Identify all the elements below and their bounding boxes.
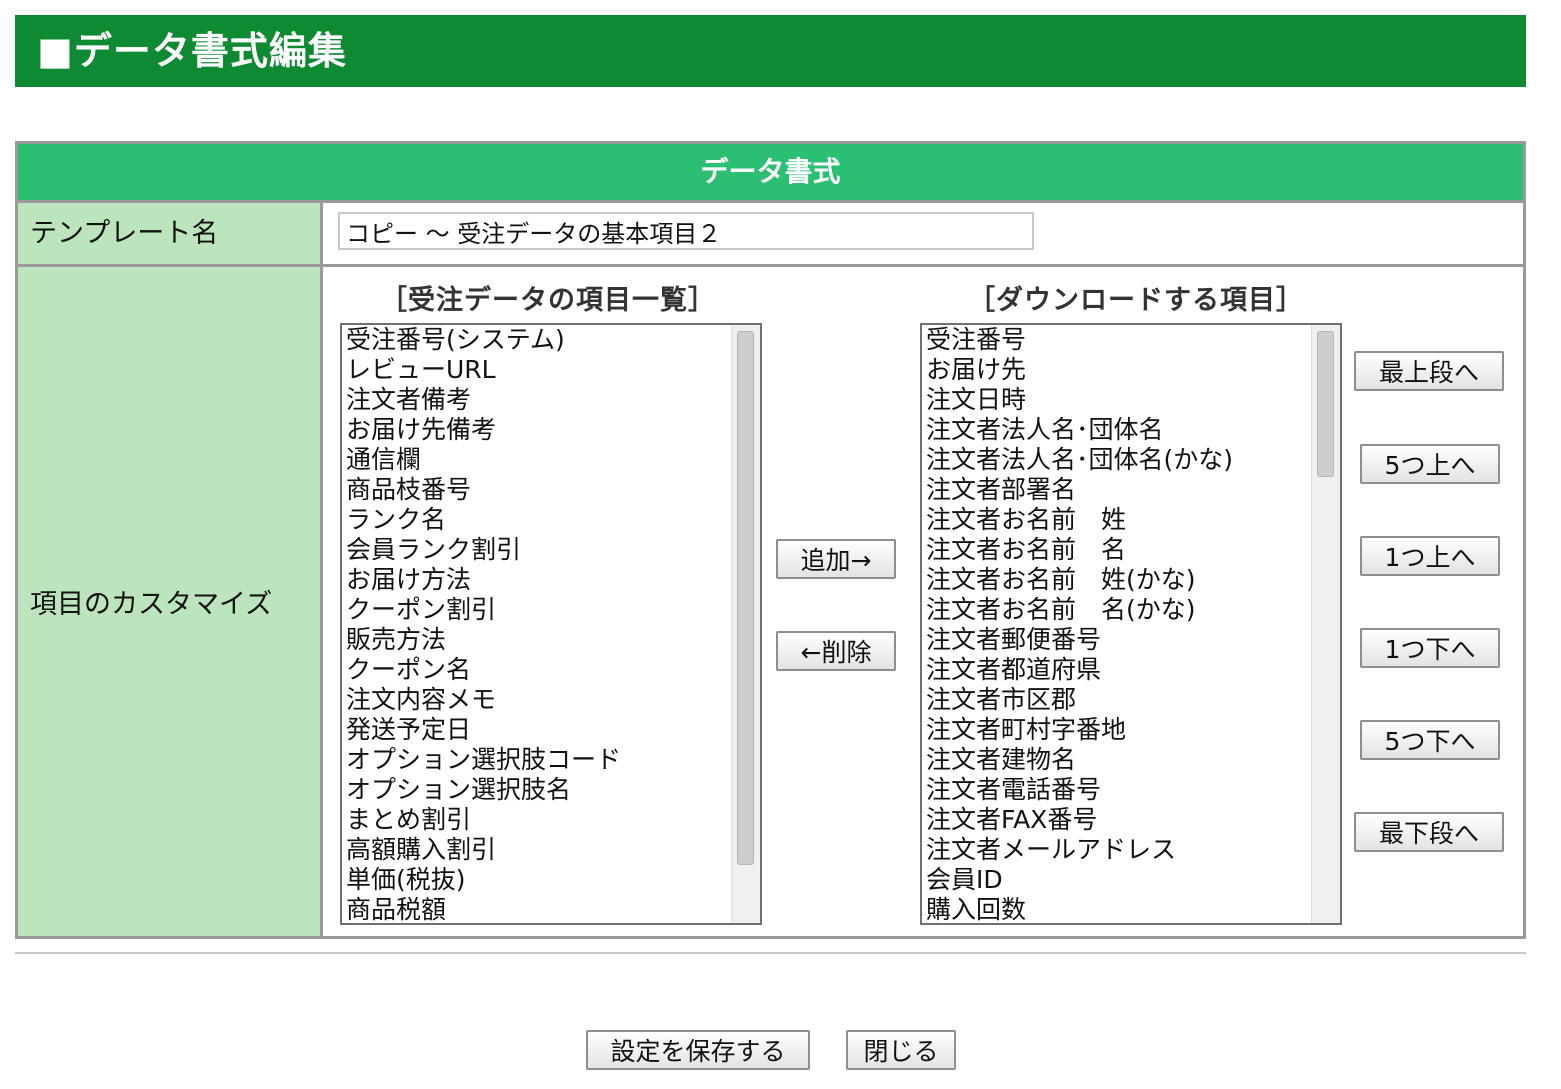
list-item[interactable]: 注文者備考: [346, 385, 730, 415]
selected-list-scrollbar[interactable]: [1311, 325, 1340, 923]
selected-items-list[interactable]: 受注番号 お届け先 注文日時 注文者法人名･団体名 注文者法人名･団体名(かな) 注文者部…: [920, 323, 1342, 925]
list-item[interactable]: 商品枝番号: [346, 475, 730, 505]
available-items-list[interactable]: 受注番号(システム) レビューURL 注文者備考 お届け先備考 通信欄 商品枝番号 ランク名…: [340, 323, 762, 925]
close-button[interactable]: 閉じる: [846, 1030, 956, 1070]
column-divider: [320, 203, 323, 936]
move-up5-button[interactable]: 5つ上へ: [1360, 444, 1500, 484]
list-item[interactable]: 注文者法人名･団体名: [926, 415, 1310, 445]
list-item[interactable]: 注文者電話番号: [926, 775, 1310, 805]
template-name-input[interactable]: [338, 212, 1034, 250]
data-format-table: データ書式 テンプレート名 項目のカスタマイズ ［受注データの項目一覧］ ［ダウ…: [15, 141, 1526, 939]
list-item[interactable]: 注文者お名前 名(かな): [926, 595, 1310, 625]
template-name-label: テンプレート名: [18, 203, 320, 264]
list-item[interactable]: 販売方法: [346, 625, 730, 655]
available-items-options: 受注番号(システム) レビューURL 注文者備考 お届け先備考 通信欄 商品枝番号 ランク名…: [346, 325, 730, 923]
list-item[interactable]: オプション選択肢コード: [346, 745, 730, 775]
list-item[interactable]: 注文者お名前 姓: [926, 505, 1310, 535]
list-item[interactable]: 発送予定日: [346, 715, 730, 745]
remove-item-button[interactable]: ←削除: [776, 631, 896, 671]
list-item[interactable]: お届け先: [926, 355, 1310, 385]
move-down1-button[interactable]: 1つ下へ: [1360, 628, 1500, 668]
list-item[interactable]: 会員ランク割引: [346, 535, 730, 565]
list-item[interactable]: 受注番号: [926, 325, 1310, 355]
list-item[interactable]: 受注番号(システム): [346, 325, 730, 355]
list-item[interactable]: お届け方法: [346, 565, 730, 595]
move-top-button[interactable]: 最上段へ: [1354, 351, 1504, 391]
list-item[interactable]: 高額購入割引: [346, 835, 730, 865]
list-item[interactable]: 注文内容メモ: [346, 685, 730, 715]
list-item[interactable]: クーポン割引: [346, 595, 730, 625]
list-item[interactable]: レビューURL: [346, 355, 730, 385]
list-item[interactable]: 注文者FAX番号: [926, 805, 1310, 835]
list-item[interactable]: クーポン名: [346, 655, 730, 685]
scroll-thumb[interactable]: [1317, 331, 1334, 477]
list-item[interactable]: 購入回数: [926, 895, 1310, 923]
list-item[interactable]: 注文者市区郡: [926, 685, 1310, 715]
add-item-button[interactable]: 追加→: [776, 539, 896, 579]
list-item[interactable]: 単価(税抜): [346, 865, 730, 895]
selected-items-heading: ［ダウンロードする項目］: [968, 285, 1304, 316]
list-item[interactable]: 注文者建物名: [926, 745, 1310, 775]
customize-label: 項目のカスタマイズ: [18, 267, 320, 936]
available-items-heading: ［受注データの項目一覧］: [380, 285, 716, 316]
list-item[interactable]: 注文者メールアドレス: [926, 835, 1310, 865]
scroll-thumb[interactable]: [737, 331, 754, 865]
list-item[interactable]: まとめ割引: [346, 805, 730, 835]
list-item[interactable]: 会員ID: [926, 865, 1310, 895]
available-list-scrollbar[interactable]: [731, 325, 760, 923]
list-item[interactable]: 注文者町村字番地: [926, 715, 1310, 745]
list-item[interactable]: 注文日時: [926, 385, 1310, 415]
section-title: データ書式: [18, 144, 1523, 200]
list-item[interactable]: 注文者都道府県: [926, 655, 1310, 685]
list-item[interactable]: ランク名: [346, 505, 730, 535]
move-down5-button[interactable]: 5つ下へ: [1360, 720, 1500, 760]
list-item[interactable]: お届け先備考: [346, 415, 730, 445]
move-bottom-button[interactable]: 最下段へ: [1354, 812, 1504, 852]
customize-label-text: 項目のカスタマイズ: [30, 589, 273, 620]
list-item[interactable]: 注文者法人名･団体名(かな): [926, 445, 1310, 475]
divider: [15, 952, 1526, 954]
list-item[interactable]: 注文者部署名: [926, 475, 1310, 505]
list-item[interactable]: 注文者郵便番号: [926, 625, 1310, 655]
list-item[interactable]: 通信欄: [346, 445, 730, 475]
list-item[interactable]: オプション選択肢名: [346, 775, 730, 805]
save-settings-button[interactable]: 設定を保存する: [586, 1030, 810, 1070]
page-title: ■データ書式編集: [15, 15, 1526, 87]
move-up1-button[interactable]: 1つ上へ: [1360, 536, 1500, 576]
list-item[interactable]: 注文者お名前 名: [926, 535, 1310, 565]
list-item[interactable]: 注文者お名前 姓(かな): [926, 565, 1310, 595]
list-item[interactable]: 商品税額: [346, 895, 730, 923]
selected-items-options: 受注番号 お届け先 注文日時 注文者法人名･団体名 注文者法人名･団体名(かな) 注文者部…: [926, 325, 1310, 923]
